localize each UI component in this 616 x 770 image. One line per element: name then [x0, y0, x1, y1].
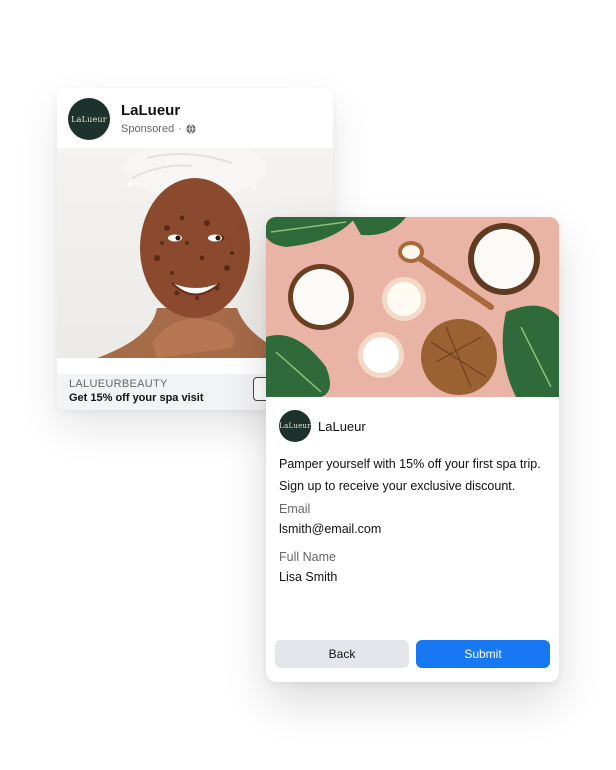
email-field[interactable]: lsmith@email.com — [279, 522, 381, 536]
form-brand-name: LaLueur — [318, 419, 366, 434]
ad-domain: LALUEURBEAUTY — [69, 378, 168, 390]
globe-icon — [186, 124, 196, 134]
form-brand-avatar: LaLueur — [279, 410, 311, 442]
ad-header: LaLueur LaLueur Sponsored · — [57, 88, 333, 148]
form-description: Pamper yourself with 15% off your first … — [279, 457, 541, 493]
coconut-illustration — [266, 217, 559, 397]
ad-brand-name[interactable]: LaLueur — [121, 102, 180, 119]
brand-avatar[interactable]: LaLueur — [68, 98, 110, 140]
dot-separator: · — [178, 123, 182, 135]
back-button[interactable]: Back — [275, 640, 409, 668]
full-name-field[interactable]: Lisa Smith — [279, 570, 337, 584]
email-label: Email — [279, 502, 311, 516]
lead-form-card: LaLueur LaLueur Pamper yourself with 15%… — [266, 217, 559, 682]
form-brand-logo: LaLueur — [279, 422, 311, 430]
brand-logo: LaLueur — [71, 114, 107, 124]
submit-button[interactable]: Submit — [416, 640, 550, 668]
sponsored-text: Sponsored — [121, 123, 175, 135]
sponsored-label: Sponsored · — [121, 123, 196, 135]
full-name-label: Full Name — [279, 550, 336, 564]
ad-headline[interactable]: Get 15% off your spa visit — [69, 392, 203, 404]
stage: LaLueur LaLueur Sponsored · LALUEURBEAUT… — [0, 0, 616, 770]
form-cover-image — [266, 217, 559, 397]
